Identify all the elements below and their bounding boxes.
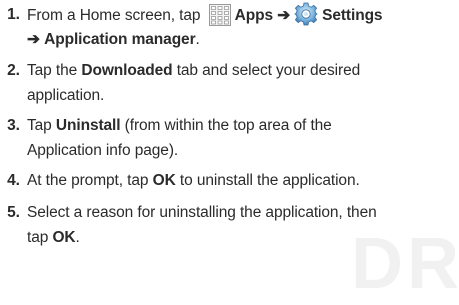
step-text: Tap the Downloaded tab and select your d… — [27, 62, 361, 104]
apps-label: Apps — [234, 7, 273, 24]
step-number: 1. — [7, 6, 20, 23]
ok-label: OK — [52, 229, 76, 246]
settings-gear-icon — [294, 2, 318, 34]
step-number: 2. — [7, 62, 20, 79]
downloaded-label: Downloaded — [81, 62, 173, 79]
step-number: 3. — [7, 117, 20, 134]
arrow: ➔ — [277, 7, 291, 24]
settings-label: Settings — [322, 7, 383, 24]
ok-label: OK — [152, 172, 176, 189]
uninstall-label: Uninstall — [55, 117, 121, 134]
application-manager-label: Application manager — [44, 31, 196, 48]
step-text: Select a reason for uninstalling the app… — [27, 204, 377, 246]
step-text: From a Home screen, tap Apps ➔ Settings … — [27, 2, 455, 52]
step-text: Tap Uninstall (from within the top area … — [27, 117, 332, 159]
step-number: 5. — [7, 204, 20, 221]
arrow: ➔ — [27, 31, 40, 48]
step-number: 4. — [7, 172, 20, 189]
apps-grid-icon — [208, 4, 231, 34]
step-text: At the prompt, tap OK to uninstall the a… — [27, 172, 360, 189]
